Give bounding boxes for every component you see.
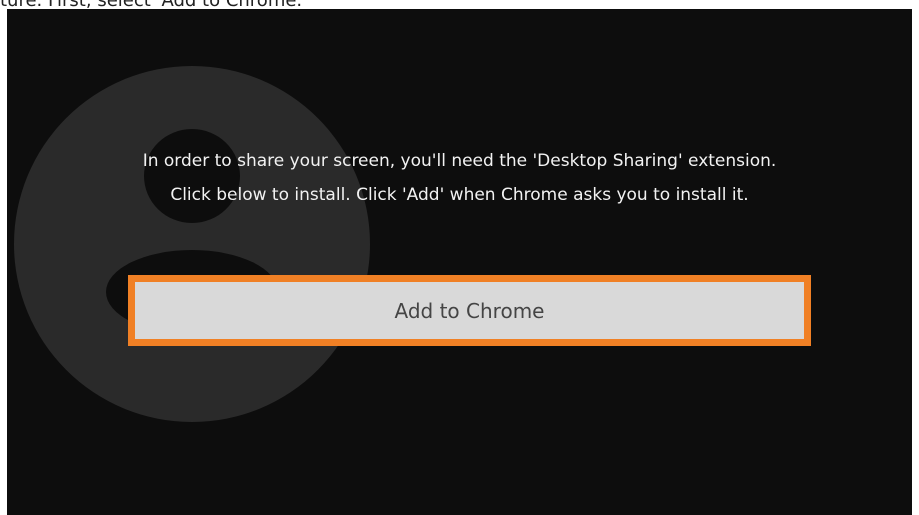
page: ture. First, select 'Add to Chrome.' In … <box>0 0 919 515</box>
screen-share-panel: In order to share your screen, you'll ne… <box>7 9 912 515</box>
add-to-chrome-button[interactable]: Add to Chrome <box>128 275 811 346</box>
add-to-chrome-label: Add to Chrome <box>394 298 545 323</box>
user-silhouette-icon <box>14 66 370 422</box>
instruction-caption: ture. First, select 'Add to Chrome.' <box>0 0 308 11</box>
install-instructions-text: In order to share your screen, you'll ne… <box>142 151 777 205</box>
